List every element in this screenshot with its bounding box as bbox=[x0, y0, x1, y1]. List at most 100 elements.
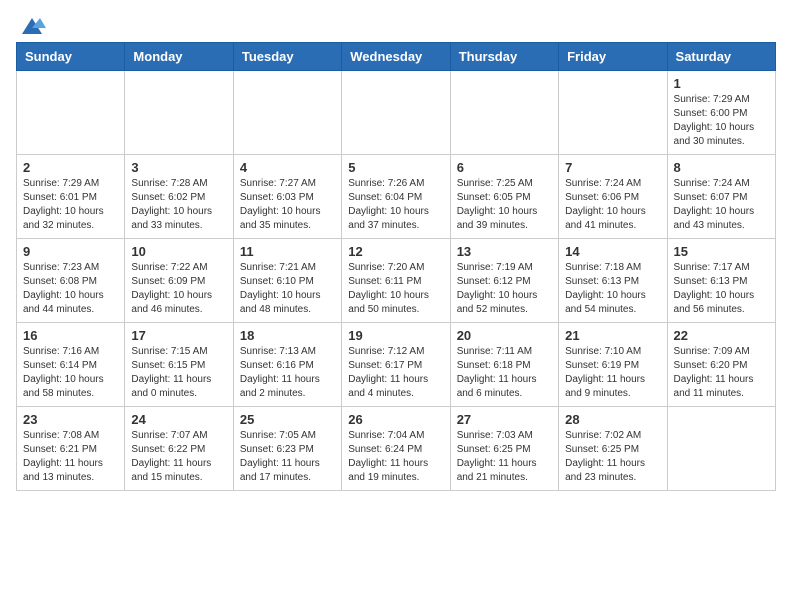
day-info: Sunrise: 7:15 AM Sunset: 6:15 PM Dayligh… bbox=[131, 345, 226, 401]
weekday-header: Tuesday bbox=[233, 43, 341, 71]
day-number: 20 bbox=[457, 328, 552, 343]
calendar-cell: 26 Sunrise: 7:04 AM Sunset: 6:24 PM Dayli… bbox=[342, 407, 450, 491]
calendar-week-row: 23 Sunrise: 7:08 AM Sunset: 6:21 PM Dayli… bbox=[17, 407, 776, 491]
calendar-cell: 3 Sunrise: 7:28 AM Sunset: 6:02 PM Daylig… bbox=[125, 155, 233, 239]
calendar-cell: 6 Sunrise: 7:25 AM Sunset: 6:05 PM Daylig… bbox=[450, 155, 558, 239]
calendar-cell: 2 Sunrise: 7:29 AM Sunset: 6:01 PM Daylig… bbox=[17, 155, 125, 239]
calendar-cell: 24 Sunrise: 7:07 AM Sunset: 6:22 PM Dayli… bbox=[125, 407, 233, 491]
calendar-cell bbox=[342, 71, 450, 155]
day-info: Sunrise: 7:09 AM Sunset: 6:20 PM Dayligh… bbox=[674, 345, 769, 401]
day-number: 25 bbox=[240, 412, 335, 427]
day-number: 26 bbox=[348, 412, 443, 427]
calendar-cell bbox=[233, 71, 341, 155]
calendar-week-row: 2 Sunrise: 7:29 AM Sunset: 6:01 PM Daylig… bbox=[17, 155, 776, 239]
day-number: 9 bbox=[23, 244, 118, 259]
weekday-header: Thursday bbox=[450, 43, 558, 71]
day-number: 15 bbox=[674, 244, 769, 259]
day-info: Sunrise: 7:05 AM Sunset: 6:23 PM Dayligh… bbox=[240, 429, 335, 485]
day-number: 4 bbox=[240, 160, 335, 175]
day-number: 1 bbox=[674, 76, 769, 91]
day-number: 7 bbox=[565, 160, 660, 175]
calendar-week-row: 1 Sunrise: 7:29 AM Sunset: 6:00 PM Daylig… bbox=[17, 71, 776, 155]
calendar-week-row: 16 Sunrise: 7:16 AM Sunset: 6:14 PM Dayli… bbox=[17, 323, 776, 407]
calendar-cell bbox=[17, 71, 125, 155]
calendar-week-row: 9 Sunrise: 7:23 AM Sunset: 6:08 PM Daylig… bbox=[17, 239, 776, 323]
calendar-cell: 7 Sunrise: 7:24 AM Sunset: 6:06 PM Daylig… bbox=[559, 155, 667, 239]
day-info: Sunrise: 7:29 AM Sunset: 6:01 PM Dayligh… bbox=[23, 177, 118, 233]
day-number: 28 bbox=[565, 412, 660, 427]
day-info: Sunrise: 7:25 AM Sunset: 6:05 PM Dayligh… bbox=[457, 177, 552, 233]
calendar-cell: 21 Sunrise: 7:10 AM Sunset: 6:19 PM Dayli… bbox=[559, 323, 667, 407]
calendar-cell: 11 Sunrise: 7:21 AM Sunset: 6:10 PM Dayli… bbox=[233, 239, 341, 323]
calendar-cell: 25 Sunrise: 7:05 AM Sunset: 6:23 PM Dayli… bbox=[233, 407, 341, 491]
day-number: 2 bbox=[23, 160, 118, 175]
page-header bbox=[16, 16, 776, 34]
calendar-cell bbox=[559, 71, 667, 155]
calendar-cell: 19 Sunrise: 7:12 AM Sunset: 6:17 PM Dayli… bbox=[342, 323, 450, 407]
calendar-cell: 28 Sunrise: 7:02 AM Sunset: 6:25 PM Dayli… bbox=[559, 407, 667, 491]
day-info: Sunrise: 7:17 AM Sunset: 6:13 PM Dayligh… bbox=[674, 261, 769, 317]
day-info: Sunrise: 7:07 AM Sunset: 6:22 PM Dayligh… bbox=[131, 429, 226, 485]
calendar-cell: 9 Sunrise: 7:23 AM Sunset: 6:08 PM Daylig… bbox=[17, 239, 125, 323]
day-number: 14 bbox=[565, 244, 660, 259]
day-info: Sunrise: 7:22 AM Sunset: 6:09 PM Dayligh… bbox=[131, 261, 226, 317]
day-info: Sunrise: 7:26 AM Sunset: 6:04 PM Dayligh… bbox=[348, 177, 443, 233]
weekday-header: Wednesday bbox=[342, 43, 450, 71]
day-number: 27 bbox=[457, 412, 552, 427]
calendar-cell bbox=[450, 71, 558, 155]
day-number: 16 bbox=[23, 328, 118, 343]
day-info: Sunrise: 7:28 AM Sunset: 6:02 PM Dayligh… bbox=[131, 177, 226, 233]
day-number: 6 bbox=[457, 160, 552, 175]
day-number: 3 bbox=[131, 160, 226, 175]
weekday-header: Friday bbox=[559, 43, 667, 71]
day-number: 21 bbox=[565, 328, 660, 343]
day-info: Sunrise: 7:29 AM Sunset: 6:00 PM Dayligh… bbox=[674, 93, 769, 149]
calendar-table: SundayMondayTuesdayWednesdayThursdayFrid… bbox=[16, 42, 776, 491]
calendar-cell: 18Sunrise: 7:13 AM Sunset: 6:16 PM Dayli… bbox=[233, 323, 341, 407]
day-info: Sunrise: 7:24 AM Sunset: 6:07 PM Dayligh… bbox=[674, 177, 769, 233]
logo bbox=[16, 16, 46, 34]
calendar-cell: 14 Sunrise: 7:18 AM Sunset: 6:13 PM Dayli… bbox=[559, 239, 667, 323]
day-info: Sunrise: 7:19 AM Sunset: 6:12 PM Dayligh… bbox=[457, 261, 552, 317]
day-info: Sunrise: 7:18 AM Sunset: 6:13 PM Dayligh… bbox=[565, 261, 660, 317]
calendar-header-row: SundayMondayTuesdayWednesdayThursdayFrid… bbox=[17, 43, 776, 71]
day-number: 19 bbox=[348, 328, 443, 343]
day-number: 17 bbox=[131, 328, 226, 343]
calendar-cell: 23 Sunrise: 7:08 AM Sunset: 6:21 PM Dayli… bbox=[17, 407, 125, 491]
day-number: 8 bbox=[674, 160, 769, 175]
day-number: 13 bbox=[457, 244, 552, 259]
calendar-cell: 8 Sunrise: 7:24 AM Sunset: 6:07 PM Daylig… bbox=[667, 155, 775, 239]
calendar-cell: 10Sunrise: 7:22 AM Sunset: 6:09 PM Dayli… bbox=[125, 239, 233, 323]
weekday-header: Sunday bbox=[17, 43, 125, 71]
day-info: Sunrise: 7:24 AM Sunset: 6:06 PM Dayligh… bbox=[565, 177, 660, 233]
calendar-cell: 5 Sunrise: 7:26 AM Sunset: 6:04 PM Daylig… bbox=[342, 155, 450, 239]
calendar-cell: 13 Sunrise: 7:19 AM Sunset: 6:12 PM Dayli… bbox=[450, 239, 558, 323]
day-number: 23 bbox=[23, 412, 118, 427]
calendar-cell: 12 Sunrise: 7:20 AM Sunset: 6:11 PM Dayli… bbox=[342, 239, 450, 323]
calendar-cell: 15 Sunrise: 7:17 AM Sunset: 6:13 PM Dayli… bbox=[667, 239, 775, 323]
day-number: 24 bbox=[131, 412, 226, 427]
day-number: 12 bbox=[348, 244, 443, 259]
calendar-cell bbox=[667, 407, 775, 491]
day-info: Sunrise: 7:11 AM Sunset: 6:18 PM Dayligh… bbox=[457, 345, 552, 401]
day-info: Sunrise: 7:08 AM Sunset: 6:21 PM Dayligh… bbox=[23, 429, 118, 485]
calendar-cell: 17 Sunrise: 7:15 AM Sunset: 6:15 PM Dayli… bbox=[125, 323, 233, 407]
weekday-header: Saturday bbox=[667, 43, 775, 71]
logo-icon bbox=[18, 16, 46, 38]
calendar-cell: 20 Sunrise: 7:11 AM Sunset: 6:18 PM Dayli… bbox=[450, 323, 558, 407]
calendar-cell: 4 Sunrise: 7:27 AM Sunset: 6:03 PM Daylig… bbox=[233, 155, 341, 239]
day-info: Sunrise: 7:16 AM Sunset: 6:14 PM Dayligh… bbox=[23, 345, 118, 401]
day-info: Sunrise: 7:10 AM Sunset: 6:19 PM Dayligh… bbox=[565, 345, 660, 401]
day-number: 11 bbox=[240, 244, 335, 259]
day-info: Sunrise: 7:23 AM Sunset: 6:08 PM Dayligh… bbox=[23, 261, 118, 317]
day-info: Sunrise: 7:12 AM Sunset: 6:17 PM Dayligh… bbox=[348, 345, 443, 401]
day-number: 22 bbox=[674, 328, 769, 343]
day-info: Sunrise: 7:04 AM Sunset: 6:24 PM Dayligh… bbox=[348, 429, 443, 485]
calendar-cell: 27Sunrise: 7:03 AM Sunset: 6:25 PM Dayli… bbox=[450, 407, 558, 491]
day-info: Sunrise: 7:20 AM Sunset: 6:11 PM Dayligh… bbox=[348, 261, 443, 317]
day-info: Sunrise: 7:02 AM Sunset: 6:25 PM Dayligh… bbox=[565, 429, 660, 485]
day-number: 5 bbox=[348, 160, 443, 175]
calendar-cell bbox=[125, 71, 233, 155]
day-info: Sunrise: 7:21 AM Sunset: 6:10 PM Dayligh… bbox=[240, 261, 335, 317]
day-info: Sunrise: 7:27 AM Sunset: 6:03 PM Dayligh… bbox=[240, 177, 335, 233]
